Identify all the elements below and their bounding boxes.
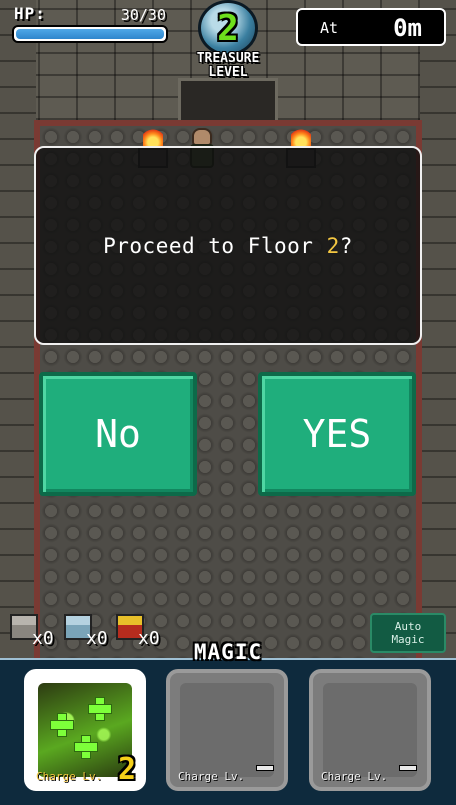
magic-slot-2[interactable]: Charge Lv. <box>166 669 288 791</box>
treasure-level-caption: TREASURE LEVEL <box>186 52 270 80</box>
depth-prefix: At <box>320 19 339 37</box>
empty-slot-icon <box>323 683 417 777</box>
charge-level-1: 2 <box>117 752 136 787</box>
treasure-level-badge: 2 TREASURE LEVEL <box>190 0 266 88</box>
yes-button[interactable]: YES <box>258 372 416 496</box>
floor-prompt-dialog: Proceed to Floor 2? <box>34 146 422 345</box>
prompt-suffix: ? <box>339 233 353 258</box>
magic-title: MAGIC <box>193 640 263 664</box>
empty-slot-icon <box>180 683 274 777</box>
hp-bar <box>12 25 168 43</box>
charge-level-2-dash <box>256 765 274 771</box>
magic-slot-3[interactable]: Charge Lv. <box>309 669 431 791</box>
left-wall <box>0 0 36 660</box>
magic-slot-1[interactable]: Charge Lv. 2 <box>24 669 146 791</box>
charge-label-1: Charge Lv. <box>36 770 103 783</box>
hp-value: 30/30 <box>120 6 166 24</box>
floor-prompt-message: Proceed to Floor 2? <box>103 234 353 258</box>
treasure-caption-line1: TREASURE <box>196 51 260 66</box>
right-wall <box>420 0 456 660</box>
prompt-text: Proceed to Floor <box>103 233 327 258</box>
depth-value: 0m <box>393 14 422 42</box>
prompt-floor-number: 2 <box>326 233 340 258</box>
no-button[interactable]: No <box>39 372 197 496</box>
auto-magic-line1: Auto <box>394 620 422 633</box>
treasure-caption-line2: LEVEL <box>208 65 248 80</box>
charge-label-2: Charge Lv. <box>178 770 245 783</box>
hp-bar-fill <box>16 29 164 39</box>
charge-level-3-dash <box>399 765 417 771</box>
hp-label: HP: <box>14 4 46 23</box>
depth-indicator: At 0m <box>296 8 446 46</box>
charge-label-3: Charge Lv. <box>321 770 388 783</box>
treasure-gem-icon: 2 <box>198 0 258 56</box>
treasure-level-number: 2 <box>217 7 239 49</box>
